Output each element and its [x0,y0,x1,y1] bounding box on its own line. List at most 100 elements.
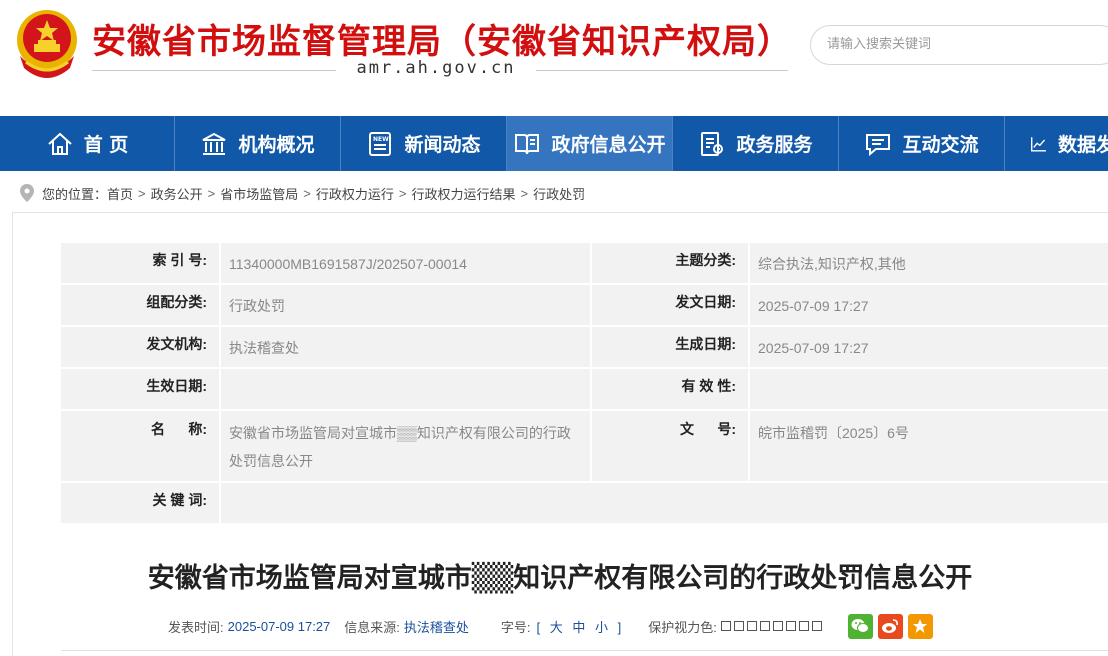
breadcrumb-prefix: 您的位置： [42,186,108,202]
info-row: 发文机构: 执法稽查处 生成日期: 2025-07-09 17:27 [61,327,1108,369]
nav-label: 首 页 [83,134,129,156]
title-divider-left [92,70,336,71]
article-title: 安徽省市场监管局对宣城市▒▒知识产权有限公司的行政处罚信息公开 [147,563,973,594]
color-swatch[interactable] [772,621,783,631]
breadcrumb-separator: > [138,185,146,201]
breadcrumb-bureau[interactable]: 省市场监管局 [220,184,298,203]
nav-label: 数据发 [1057,134,1108,156]
info-key: 发文日期: [590,285,748,325]
nav-label: 机构概况 [238,134,315,156]
info-key: 主题分类: [590,243,748,283]
nav-item-data[interactable]: 数据发 [1005,116,1108,171]
nav-label: 政府信息公开 [551,134,666,156]
info-org-category: 行政处罚 [219,285,590,325]
share-buttons [847,613,933,639]
eye-care-swatches [720,621,822,631]
breadcrumb-gov-affairs[interactable]: 政务公开 [151,184,203,203]
color-swatch[interactable] [811,621,822,631]
breadcrumb-separator: > [520,185,529,201]
open-book-icon [515,133,540,154]
info-doc-no: 皖市监稽罚〔2025〕6号 [748,411,1108,481]
info-key: 索 引 号: [61,243,219,283]
info-topic: 综合执法,知识产权,其他 [748,243,1108,283]
document-info-table: 索 引 号: 11340000MB1691587J/202507-00014 主… [61,243,1108,525]
svg-text:NEW: NEW [373,136,389,143]
source-label: 信息来源: [344,619,400,635]
star-icon [913,619,928,633]
wechat-icon [851,619,870,633]
nav-item-gov-info[interactable]: 政府信息公开 [507,116,673,171]
info-name: 安徽省市场监管局对宣城市▒▒知识产权有限公司的行政处罚信息公开 [219,411,590,481]
search-input[interactable] [827,36,1087,51]
nav-item-home[interactable]: 首 页 [0,116,175,171]
nav-label: 互动交流 [902,134,979,156]
nav-item-news[interactable]: NEW 新闻动态 [341,116,507,171]
nav-item-services[interactable]: 政务服务 [673,116,839,171]
site-title: 安徽省市场监督管理局（安徽省知识产权局） [92,22,792,62]
building-icon [203,132,226,155]
nav-item-interaction[interactable]: 互动交流 [839,116,1005,171]
publish-label: 发表时间: [168,619,224,635]
info-key: 生效日期: [61,369,219,409]
weibo-share-button[interactable] [877,613,903,639]
info-row: 名 称: 安徽省市场监管局对宣城市▒▒知识产权有限公司的行政处罚信息公开 文 号… [61,411,1108,483]
info-gen-date: 2025-07-09 17:27 [748,327,1108,367]
info-effective-date [219,369,590,409]
info-key: 名 称: [61,411,219,481]
info-keywords [219,483,1108,523]
breadcrumb-separator: > [398,185,407,201]
breadcrumb-penalty[interactable]: 行政处罚 [533,184,585,203]
info-key: 组配分类: [61,285,219,325]
search-box [810,25,1108,65]
color-swatch[interactable] [785,621,796,631]
color-swatch[interactable] [720,621,731,631]
info-row: 组配分类: 行政处罚 发文日期: 2025-07-09 17:27 [61,285,1108,327]
font-size-label: 字号: [500,619,531,635]
breadcrumb-separator: > [303,185,311,201]
breadcrumb-power-operation[interactable]: 行政权力运行 [316,184,394,203]
news-icon: NEW [369,131,392,156]
info-row: 关 键 词: [61,483,1108,525]
color-swatch[interactable] [759,621,770,631]
chat-icon [866,133,891,156]
color-swatch[interactable] [746,621,757,631]
favorite-button[interactable] [907,613,933,639]
home-icon [48,132,72,155]
info-row: 索 引 号: 11340000MB1691587J/202507-00014 主… [61,243,1108,285]
info-validity [748,369,1108,409]
nav-item-about[interactable]: 机构概况 [175,116,341,171]
breadcrumb-home[interactable]: 首页 [107,184,133,203]
breadcrumb: 您的位置： 首页 > 政务公开 > 省市场监管局 > 行政权力运行 > 行政权力… [20,180,585,206]
nav-label: 新闻动态 [404,134,481,156]
font-size-options[interactable]: [ 大 中 小 ] [537,617,625,636]
national-emblem-icon [17,10,77,78]
nav-label: 政务服务 [736,134,813,156]
info-key: 发文机构: [61,327,219,367]
info-issue-date: 2025-07-09 17:27 [748,285,1108,325]
source-value[interactable]: 执法稽查处 [404,617,469,636]
info-key: 文 号: [590,411,748,481]
color-swatch[interactable] [798,621,809,631]
weibo-icon [882,619,899,633]
info-index-no: 11340000MB1691587J/202507-00014 [219,243,590,283]
info-key: 关 键 词: [61,483,219,523]
divider [61,650,1108,651]
service-icon [701,131,724,156]
title-divider-right [536,70,788,71]
info-key: 生成日期: [590,327,748,367]
breadcrumb-separator: > [207,185,216,201]
info-row: 生效日期: 有 效 性: [61,369,1108,411]
main-nav: 首 页 机构概况 NEW 新闻动态 政府信息公开 政务服务 互动交流 数据发 [0,116,1108,171]
article-meta: 发表时间: 2025-07-09 17:27 信息来源: 执法稽查处 字号: [… [168,613,933,639]
info-key: 有 效 性: [590,369,748,409]
color-swatch[interactable] [733,621,744,631]
location-pin-icon [20,184,34,202]
eye-care-label: 保护视力色: [648,619,717,635]
chart-icon [1031,136,1046,151]
site-header: 安徽省市场监督管理局（安徽省知识产权局） amr.ah.gov.cn [0,0,1108,116]
info-issuer: 执法稽查处 [219,327,590,367]
site-domain: amr.ah.gov.cn [356,58,516,78]
breadcrumb-power-results[interactable]: 行政权力运行结果 [411,184,515,203]
wechat-share-button[interactable] [847,613,873,639]
publish-time: 2025-07-09 17:27 [227,618,331,634]
